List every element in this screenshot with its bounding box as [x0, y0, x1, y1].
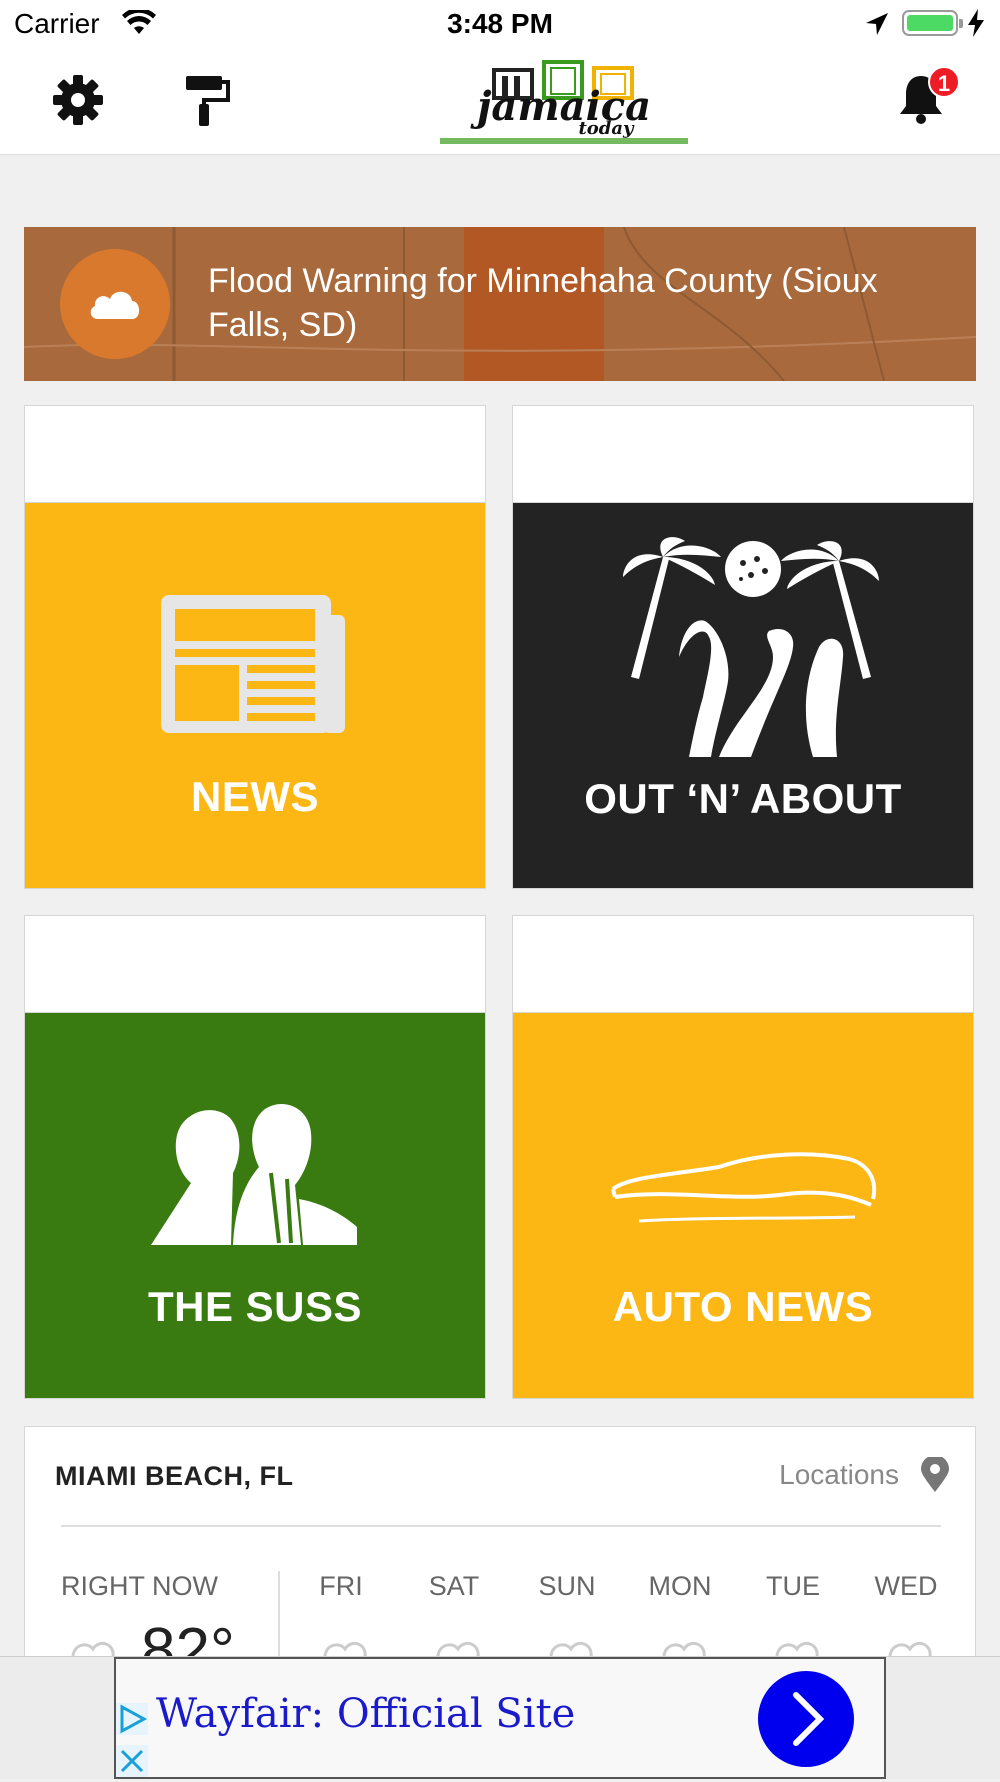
tile-news[interactable]: NEWS [24, 405, 486, 889]
weather-card: MIAMI BEACH, FL Locations RIGHT NOW 82° … [24, 1426, 976, 1686]
svg-text:today: today [578, 118, 635, 139]
right-now-label: RIGHT NOW [61, 1571, 218, 1601]
tile-header [25, 916, 485, 1013]
forecast-day: MON [648, 1571, 712, 1601]
tile-label: NEWS [191, 773, 319, 820]
tile-header [513, 916, 973, 1013]
ad-choices-icon[interactable] [116, 1703, 148, 1740]
weather-city: MIAMI BEACH, FL [55, 1461, 294, 1491]
party-palm-trees-icon [623, 537, 879, 757]
map-pin-icon[interactable] [921, 1455, 949, 1498]
tile-header [25, 406, 485, 503]
two-people-gossip-icon [151, 1103, 357, 1245]
jamaica-today-logo: jamaica today [436, 58, 692, 150]
tile-body: AUTO NEWS [513, 1013, 973, 1398]
tile-body: THE SUSS [25, 1013, 485, 1398]
status-time: 3:48 PM [447, 8, 553, 39]
nav-bar: jamaica today 1 [0, 50, 1000, 155]
tile-body: OUT ‘N’ ABOUT [513, 503, 973, 888]
ad-title[interactable]: Wayfair: Official Site [156, 1691, 575, 1737]
tile-label: OUT ‘N’ ABOUT [584, 775, 902, 822]
forecast-day: SAT [428, 1571, 480, 1601]
gear-icon[interactable] [52, 74, 104, 131]
tile-the-suss[interactable]: THE SUSS [24, 915, 486, 1399]
paint-roller-icon[interactable] [184, 74, 230, 133]
ad-banner[interactable]: Wayfair: Official Site [0, 1656, 1000, 1779]
ad-close-icon[interactable] [116, 1745, 148, 1782]
weather-alert-banner[interactable]: Flood Warning for Minnehaha County (Siou… [24, 227, 976, 381]
car-icon [611, 1152, 877, 1223]
tile-header [513, 406, 973, 503]
ad-go-button[interactable] [758, 1671, 854, 1767]
tile-auto-news[interactable]: AUTO NEWS [512, 915, 974, 1399]
tile-label: AUTO NEWS [612, 1283, 874, 1330]
tile-body: NEWS [25, 503, 485, 888]
newspaper-icon [161, 595, 345, 733]
cloud-icon [90, 291, 140, 319]
weather-divider [61, 1525, 941, 1527]
forecast-day: TUE [766, 1571, 820, 1601]
tile-label: THE SUSS [147, 1283, 363, 1330]
alert-text: Flood Warning for Minnehaha County (Siou… [208, 262, 878, 344]
forecast-day: FRI [319, 1571, 363, 1601]
weather-alert-icon [60, 249, 170, 359]
forecast-day: SUN [538, 1571, 596, 1601]
locations-link[interactable]: Locations [779, 1459, 899, 1491]
battery-icon [902, 10, 963, 36]
notification-badge: 1 [928, 66, 960, 98]
tile-out-n-about[interactable]: OUT ‘N’ ABOUT [512, 405, 974, 889]
forecast-day: WED [874, 1571, 938, 1601]
location-arrow-icon [864, 11, 890, 42]
charging-bolt-icon [966, 9, 986, 42]
status-bar: Carrier 3:48 PM [0, 0, 1000, 50]
chevron-right-icon [793, 1692, 825, 1746]
